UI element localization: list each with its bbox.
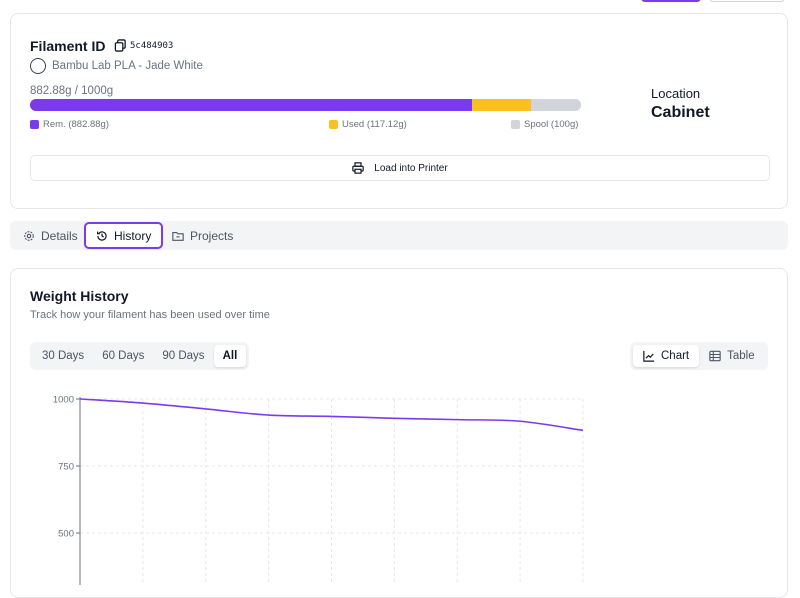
y-tick-label: 750 [58,462,74,473]
y-tick-label: 500 [58,529,74,540]
weight-history-chart: 1000 750 500 [53,395,584,585]
y-tick-label: 1000 [53,395,74,406]
